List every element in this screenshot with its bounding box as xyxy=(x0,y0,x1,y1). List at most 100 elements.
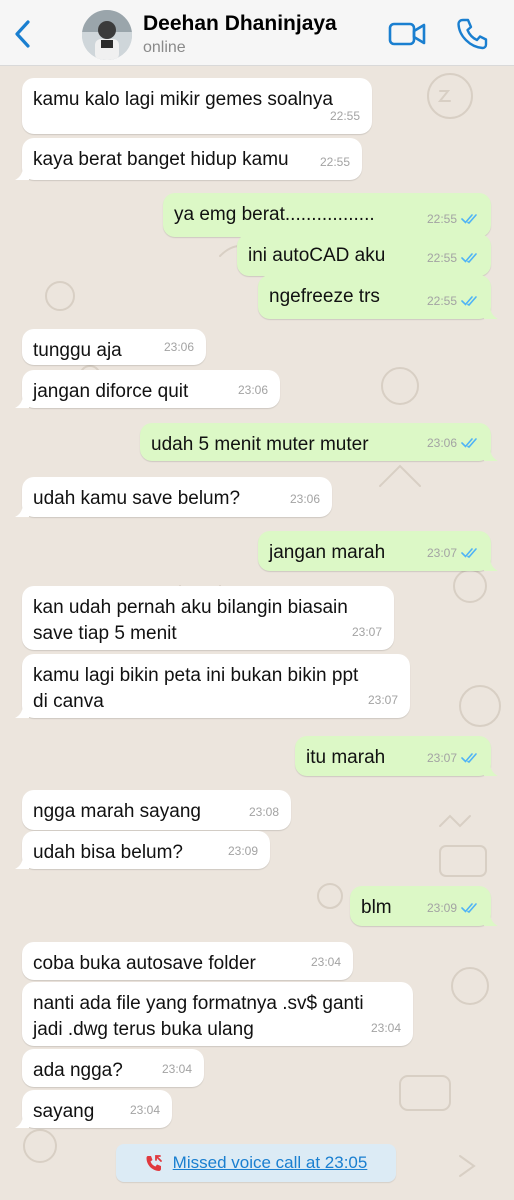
bubble-tail xyxy=(15,394,29,408)
bubble-tail xyxy=(484,762,498,776)
read-receipt-icon xyxy=(461,753,477,763)
chat-header: Deehan Dhaninjaya online xyxy=(0,0,514,66)
missed-call-icon xyxy=(146,1155,162,1171)
message-time: 23:07 xyxy=(426,546,457,560)
outgoing-message[interactable]: udah 5 menit muter muter 23:06 xyxy=(140,423,498,461)
message-meta: 23:06 xyxy=(290,486,320,512)
avatar[interactable] xyxy=(82,10,132,60)
incoming-message[interactable]: kamu kalo lagi mikir gemes soalnya 22:55 xyxy=(22,78,372,134)
message-meta: 23:07 xyxy=(427,745,479,771)
chat-area[interactable]: kamu kalo lagi mikir gemes soalnya 22:55 k… xyxy=(0,66,514,1200)
message-time: 22:55 xyxy=(329,109,360,123)
message-meta: 22:55 xyxy=(427,206,479,232)
message-time: 23:08 xyxy=(248,805,279,819)
message-meta: 22:55 xyxy=(427,288,479,314)
message-meta: 23:06 xyxy=(238,377,268,403)
missed-call-notice[interactable]: Missed voice call at 23:05 xyxy=(116,1144,396,1182)
bubble-tail xyxy=(484,447,498,461)
incoming-message[interactable]: jangan diforce quit 23:06 xyxy=(15,370,280,408)
message-meta: 23:04 xyxy=(311,949,341,975)
incoming-message[interactable]: tunggu aja 23:06 xyxy=(22,329,206,365)
read-receipt-icon xyxy=(461,214,477,224)
message-text: nanti ada file yang formatnya .sv$ ganti… xyxy=(33,993,364,1040)
message-text: kamu lagi bikin peta ini bukan bikin ppt… xyxy=(33,665,359,712)
incoming-message[interactable]: ada ngga? 23:04 xyxy=(22,1049,204,1087)
message-meta: 23:04 xyxy=(130,1097,160,1123)
outgoing-message[interactable]: ngefreeze trs 22:55 xyxy=(258,275,498,319)
outgoing-message[interactable]: ya emg berat................. 22:55 xyxy=(163,193,491,237)
message-meta: 23:08 xyxy=(249,799,279,825)
message-text: kamu kalo lagi mikir gemes soalnya xyxy=(33,89,333,110)
message-meta: 23:07 xyxy=(368,687,398,713)
bubble-tail xyxy=(15,166,29,180)
bubble-tail xyxy=(15,1114,29,1128)
chevron-left-icon xyxy=(15,20,30,48)
read-receipt-icon xyxy=(461,253,477,263)
message-time: 23:04 xyxy=(161,1062,192,1076)
incoming-message[interactable]: kamu lagi bikin peta ini bukan bikin ppt… xyxy=(15,654,410,718)
incoming-message[interactable]: sayang 23:04 xyxy=(15,1090,172,1128)
message-text: ngga marah sayang xyxy=(33,801,201,822)
message-meta: 23:09 xyxy=(228,838,258,864)
message-time: 23:09 xyxy=(426,901,457,915)
incoming-message[interactable]: kaya berat banget hidup kamu 22:55 xyxy=(15,138,362,180)
incoming-message[interactable]: ngga marah sayang 23:08 xyxy=(22,790,291,830)
incoming-message[interactable]: udah bisa belum? 23:09 xyxy=(15,831,270,869)
incoming-message[interactable]: coba buka autosave folder 23:04 xyxy=(22,942,353,980)
bubble-tail xyxy=(484,557,498,571)
message-time: 23:06 xyxy=(426,436,457,450)
contact-name[interactable]: Deehan Dhaninjaya xyxy=(143,12,337,36)
read-receipt-icon xyxy=(461,438,477,448)
message-time: 23:07 xyxy=(351,625,382,639)
message-text: kaya berat banget hidup kamu xyxy=(33,149,289,170)
message-meta: 22:55 xyxy=(427,245,479,271)
message-time: 23:04 xyxy=(310,955,341,969)
phone-icon xyxy=(457,18,488,50)
message-meta: 22:55 xyxy=(320,149,350,175)
message-time: 23:06 xyxy=(163,340,194,354)
message-time: 22:55 xyxy=(426,294,457,308)
message-time: 23:07 xyxy=(367,693,398,707)
back-button[interactable] xyxy=(8,14,38,54)
message-meta: 23:04 xyxy=(371,1015,401,1041)
message-meta: 22:55 xyxy=(330,103,360,129)
message-time: 23:07 xyxy=(426,751,457,765)
read-receipt-icon xyxy=(461,548,477,558)
bubble-tail xyxy=(484,305,498,319)
bubble-tail xyxy=(484,912,498,926)
message-text: udah kamu save belum? xyxy=(33,488,241,509)
voice-call-button[interactable] xyxy=(455,16,489,52)
avatar-image xyxy=(82,10,132,60)
message-meta: 23:04 xyxy=(162,1056,192,1082)
message-text: jangan diforce quit xyxy=(33,381,189,402)
message-time: 23:04 xyxy=(370,1021,401,1035)
read-receipt-icon xyxy=(461,903,477,913)
incoming-message[interactable]: nanti ada file yang formatnya .sv$ ganti… xyxy=(22,982,413,1046)
message-meta: 23:09 xyxy=(427,895,479,921)
message-meta: 23:06 xyxy=(164,334,194,360)
video-camera-icon xyxy=(388,22,426,46)
incoming-message[interactable]: kan udah pernah aku bilangin biasain sav… xyxy=(22,586,394,650)
outgoing-message[interactable]: blm 23:09 xyxy=(350,886,498,926)
outgoing-message[interactable]: jangan marah 23:07 xyxy=(258,531,498,571)
bubble-tail xyxy=(15,503,29,517)
outgoing-message[interactable]: itu marah 23:07 xyxy=(295,736,498,776)
message-time: 23:06 xyxy=(237,383,268,397)
message-text: kan udah pernah aku bilangin biasain sav… xyxy=(33,597,348,644)
message-meta: 23:06 xyxy=(427,430,479,456)
bubble-tail xyxy=(15,855,29,869)
message-meta: 23:07 xyxy=(427,540,479,566)
outgoing-message[interactable]: ini autoCAD aku 22:55 xyxy=(237,234,491,276)
message-meta: 23:07 xyxy=(352,619,382,645)
message-time: 22:55 xyxy=(319,155,350,169)
message-time: 23:06 xyxy=(289,492,320,506)
bubble-tail xyxy=(15,704,29,718)
missed-call-label: Missed voice call at 23:05 xyxy=(172,1153,368,1172)
incoming-message[interactable]: udah kamu save belum? 23:06 xyxy=(15,477,332,517)
message-time: 22:55 xyxy=(426,251,457,265)
message-time: 23:09 xyxy=(227,844,258,858)
video-call-button[interactable] xyxy=(388,18,428,50)
message-text: coba buka autosave folder xyxy=(33,953,256,974)
message-time: 23:04 xyxy=(129,1103,160,1117)
message-time: 22:55 xyxy=(426,212,457,226)
